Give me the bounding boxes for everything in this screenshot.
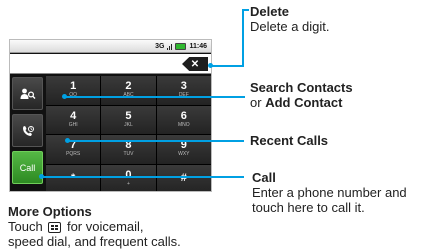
key-2[interactable]: 2ABC — [101, 76, 156, 105]
key-6[interactable]: 6 MNO — [156, 105, 211, 134]
delete-callout: Delete Delete a digit. — [250, 4, 330, 34]
key-star[interactable]: * — [46, 164, 101, 191]
dialpad: 1QO 2ABC 3DEF 4GHI 5JKL 6MNO 7PQRS 8TUV … — [46, 76, 211, 191]
recent-callout-title: Recent Calls — [250, 133, 329, 148]
call-callout-dot — [39, 174, 44, 179]
search-callout: Search Contacts or Add Contact — [250, 80, 353, 110]
search-callout-dot — [62, 94, 67, 99]
recent-callout-dot — [65, 138, 70, 143]
call-button-label: Call — [19, 162, 36, 173]
key-hash[interactable]: # — [156, 164, 211, 191]
delete-callout-dot — [208, 63, 213, 68]
recent-calls-button[interactable] — [12, 114, 43, 147]
search-callout-line — [65, 96, 245, 98]
more-options-touch: Touch — [8, 219, 43, 234]
call-callout-desc-1: Enter a phone number and — [252, 185, 407, 200]
dialer-screen: 3G 11:46 ✕ Call 1QO 2ABC 3DEF 4GHI — [9, 39, 212, 192]
call-callout: Call Enter a phone number and touch here… — [252, 170, 407, 215]
call-callout-desc-2: touch here to call it. — [252, 200, 365, 215]
more-options-callout: More Options Touch for voicemail, speed … — [8, 204, 181, 249]
recent-callout-line — [68, 140, 244, 142]
key-4[interactable]: 4 GHI — [46, 105, 101, 134]
status-bar: 3G 11:46 — [10, 40, 211, 53]
search-callout-title: Search Contacts — [250, 80, 353, 95]
network-type: 3G — [155, 42, 165, 50]
phone-number-field[interactable]: ✕ — [10, 54, 211, 74]
battery-icon — [175, 42, 187, 50]
menu-key-icon — [48, 222, 62, 233]
call-button[interactable]: Call — [12, 151, 43, 184]
call-callout-title: Call — [252, 170, 276, 185]
signal-icon — [167, 43, 173, 50]
key-0[interactable]: 0 + — [101, 164, 156, 191]
key-5[interactable]: 5 JKL — [101, 105, 156, 134]
more-options-desc-1: for voicemail, — [66, 219, 144, 234]
search-contacts-button[interactable] — [12, 77, 43, 110]
search-callout-add: Add Contact — [265, 95, 343, 110]
delete-callout-desc: Delete a digit. — [250, 19, 330, 34]
more-options-title: More Options — [8, 204, 92, 219]
clock: 11:46 — [189, 42, 207, 50]
key-1[interactable]: 1QO — [46, 76, 101, 105]
search-callout-or: or — [250, 95, 262, 110]
delete-callout-tick — [242, 9, 249, 11]
contact-search-icon — [20, 88, 35, 99]
delete-icon: ✕ — [190, 58, 200, 70]
key-3[interactable]: 3DEF — [156, 76, 211, 105]
more-options-desc-2: speed dial, and frequent calls. — [8, 234, 181, 249]
delete-callout-line — [242, 10, 244, 66]
delete-button[interactable]: ✕ — [182, 57, 208, 71]
recent-calls-icon — [22, 125, 34, 136]
call-callout-line — [42, 176, 244, 178]
delete-callout-title: Delete — [250, 4, 290, 19]
delete-callout-connector — [211, 65, 244, 67]
recent-callout: Recent Calls — [250, 133, 328, 148]
